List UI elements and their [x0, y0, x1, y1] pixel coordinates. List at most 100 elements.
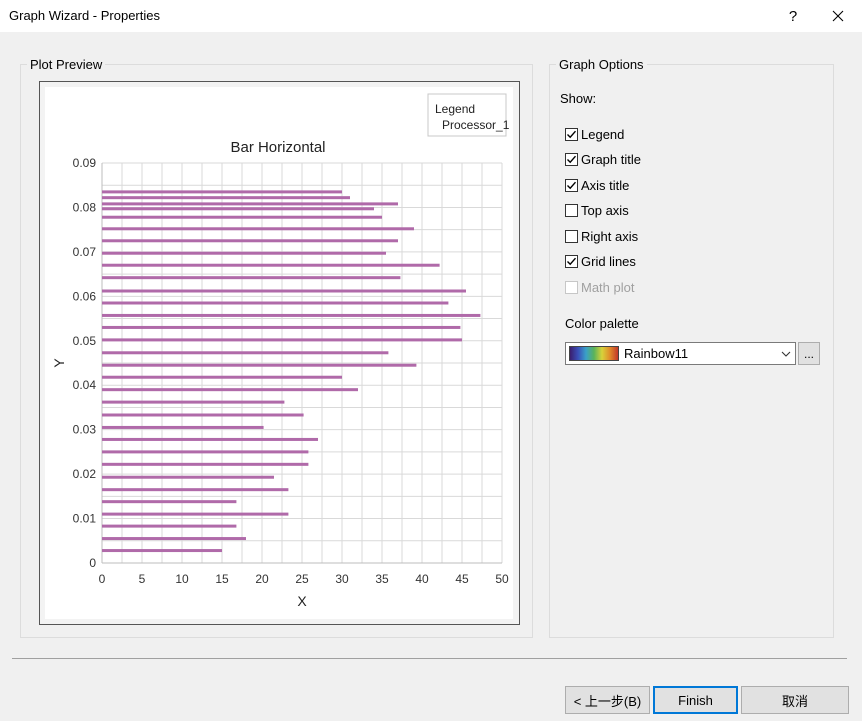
bar: [102, 437, 318, 441]
bar: [102, 190, 342, 194]
window-title: Graph Wizard - Properties: [9, 8, 160, 23]
axis-title-checkbox[interactable]: Axis title: [565, 176, 629, 194]
color-palette-dropdown[interactable]: Rainbow11: [565, 342, 796, 365]
bar: [102, 263, 440, 267]
show-label: Show:: [560, 91, 597, 106]
x-tick-label: 35: [375, 572, 389, 586]
check-icon: [567, 257, 577, 265]
y-axis-title: Y: [51, 358, 67, 368]
bar: [102, 239, 398, 243]
y-tick-label: 0.05: [73, 334, 97, 348]
plot-preview-frame: 0 5 10 15 20 25 30 35 40 45 50 0 0.01 0.02 0.03 0.04 0.0…: [39, 81, 520, 625]
y-tick-label: 0: [89, 556, 96, 570]
plot-preview-title: Plot Preview: [27, 57, 106, 72]
x-tick-label: 45: [455, 572, 469, 586]
palette-value: Rainbow11: [624, 346, 689, 361]
y-tick-label: 0.09: [73, 156, 97, 170]
bar: [102, 462, 309, 466]
y-tick-label: 0.01: [73, 512, 97, 526]
x-tick-label: 10: [175, 572, 189, 586]
legend-entry: Processor_1: [442, 118, 510, 132]
bar: [102, 338, 462, 342]
legend-checkbox[interactable]: Legend: [565, 125, 624, 143]
checkbox-box[interactable]: [565, 152, 578, 166]
cancel-button[interactable]: 取消: [741, 686, 849, 714]
help-button[interactable]: ?: [770, 0, 816, 32]
bar-chart: 0 5 10 15 20 25 30 35 40 45 50 0 0.01 0.02 0.03 0.04 0.0…: [51, 93, 510, 609]
y-tick-label: 0.07: [73, 245, 97, 259]
bar: [102, 215, 382, 219]
math-plot-checkbox[interactable]: Math plot: [565, 278, 634, 296]
chart-title: Bar Horizontal: [230, 139, 325, 156]
x-axis-title: X: [297, 593, 307, 609]
bar: [102, 313, 481, 317]
checkbox-label: Top axis: [581, 202, 629, 218]
x-tick-label: 5: [139, 572, 146, 586]
check-icon: [567, 130, 577, 138]
finish-button[interactable]: Finish: [653, 686, 738, 714]
checkbox-label: Graph title: [581, 151, 641, 167]
legend-title: Legend: [435, 102, 475, 116]
title-bar: Graph Wizard - Properties ?: [0, 0, 862, 32]
bar: [102, 425, 264, 429]
ellipsis-icon: ...: [803, 346, 814, 361]
x-tick-label: 15: [215, 572, 229, 586]
graph-title-checkbox[interactable]: Graph title: [565, 150, 641, 168]
bar: [102, 524, 237, 528]
chevron-down-icon: [777, 351, 795, 357]
bar: [102, 413, 304, 417]
grid-lines-checkbox[interactable]: Grid lines: [565, 252, 636, 270]
bar: [102, 196, 350, 200]
checkbox-label: Legend: [581, 126, 625, 142]
bar: [102, 549, 222, 553]
x-tick-label: 50: [495, 572, 509, 586]
plot-preview-group: Plot Preview 0 5 10 15 20 25 30 35 40 45 50 0 0.01 0.…: [20, 57, 533, 638]
checkbox-box[interactable]: [565, 280, 578, 294]
bar: [102, 207, 374, 211]
x-tick-label: 0: [99, 572, 106, 586]
bar: [102, 500, 237, 504]
palette-more-button[interactable]: ...: [798, 342, 820, 365]
bar: [102, 251, 386, 255]
bar: [102, 301, 449, 305]
checkbox-box[interactable]: [565, 254, 578, 268]
x-tick-label: 40: [415, 572, 429, 586]
x-tick-label: 30: [335, 572, 349, 586]
palette-swatch: [569, 346, 619, 361]
close-icon: [832, 10, 844, 22]
bar: [102, 388, 358, 392]
y-tick-label: 0.06: [73, 289, 97, 303]
bar: [102, 512, 289, 516]
x-tick-label: 25: [295, 572, 309, 586]
graph-options-title: Graph Options: [556, 57, 647, 72]
checkbox-box[interactable]: [565, 127, 578, 141]
close-button[interactable]: [815, 0, 861, 32]
checkbox-box[interactable]: [565, 229, 578, 243]
checkbox-box[interactable]: [565, 203, 578, 217]
bar: [102, 363, 417, 367]
separator: [12, 658, 847, 659]
check-icon: [567, 181, 577, 189]
checkbox-label: Math plot: [581, 279, 635, 295]
checkbox-label: Grid lines: [581, 253, 636, 269]
back-button[interactable]: < 上一步(B): [565, 686, 650, 714]
y-tick-label: 0.08: [73, 200, 97, 214]
right-axis-checkbox[interactable]: Right axis: [565, 227, 638, 245]
checkbox-label: Axis title: [581, 177, 630, 193]
check-icon: [567, 155, 577, 163]
bar: [102, 202, 398, 206]
bar: [102, 450, 309, 454]
color-palette-label: Color palette: [565, 316, 639, 331]
bar: [102, 325, 461, 329]
plot-preview-canvas: 0 5 10 15 20 25 30 35 40 45 50 0 0.01 0.02 0.03 0.04 0.0…: [45, 87, 513, 619]
bar: [102, 289, 466, 293]
bar: [102, 227, 414, 231]
bar: [102, 475, 274, 479]
checkbox-box[interactable]: [565, 178, 578, 192]
y-tick-label: 0.03: [73, 423, 97, 437]
top-axis-checkbox[interactable]: Top axis: [565, 201, 629, 219]
bar: [102, 276, 401, 280]
help-icon: ?: [788, 7, 798, 25]
graph-options-group: Graph Options Show: Legend Graph title A…: [549, 57, 834, 638]
bar: [102, 537, 246, 541]
